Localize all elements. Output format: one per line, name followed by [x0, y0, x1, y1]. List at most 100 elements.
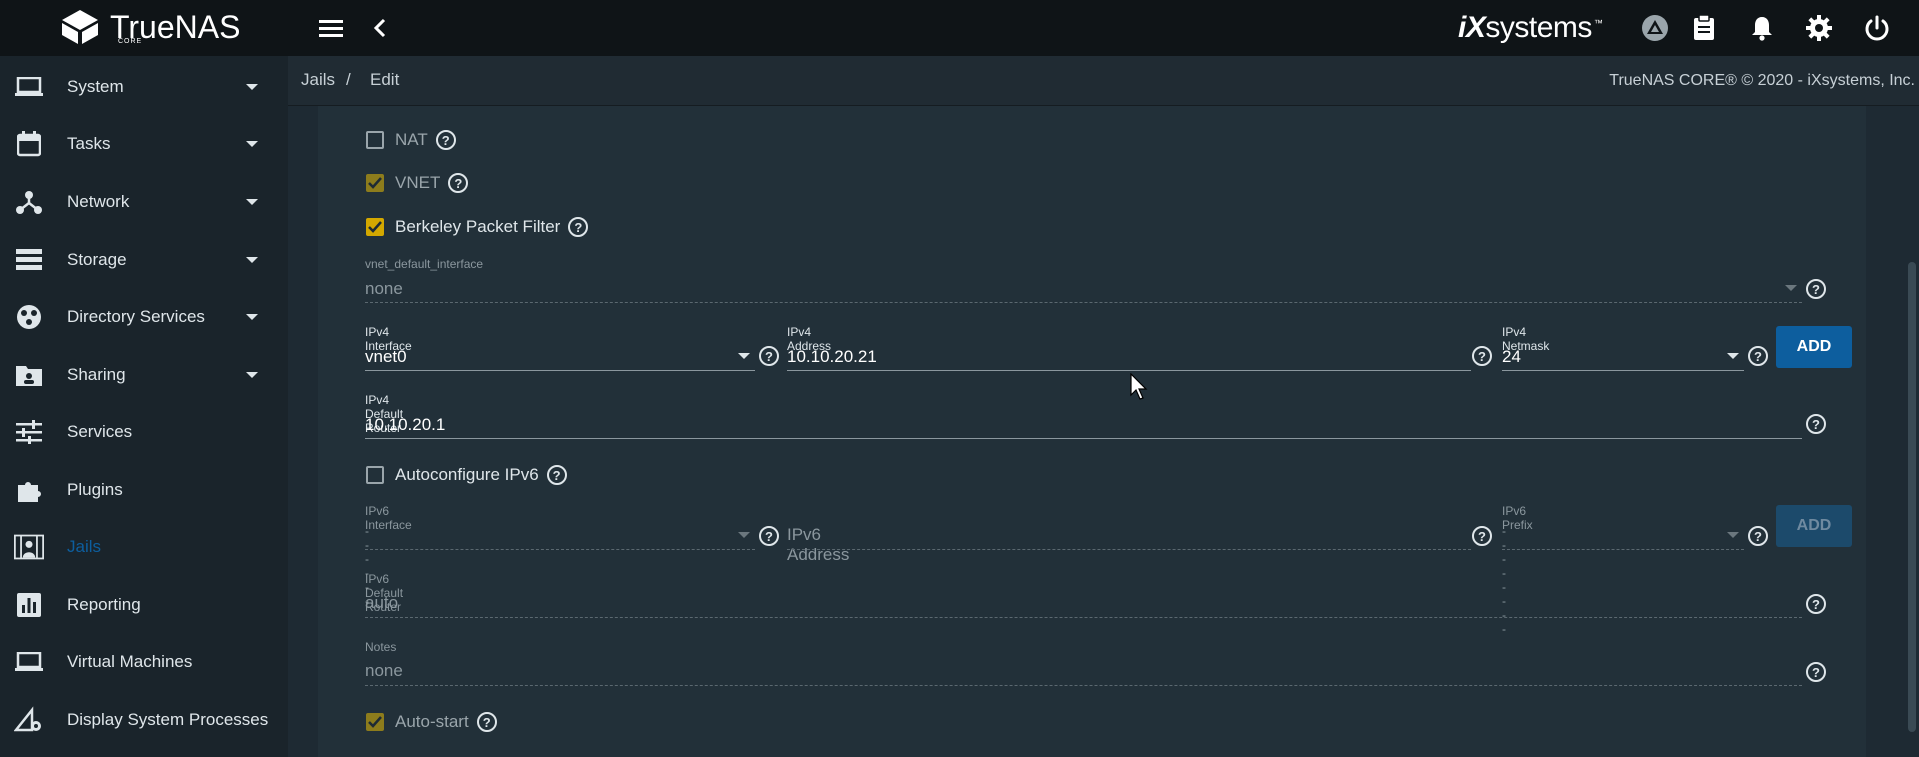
ipv4-add-button[interactable]: ADD — [1776, 326, 1852, 368]
storage-icon — [14, 245, 44, 275]
vnet-default-interface-value: none — [365, 279, 403, 298]
sidebar-item-tasks[interactable]: Tasks — [0, 116, 288, 172]
sidebar-item-directory-services[interactable]: Directory Services — [0, 289, 288, 345]
autostart-label: Auto-start — [395, 712, 469, 731]
puzzle-icon — [14, 475, 44, 505]
nat-label: NAT — [395, 130, 428, 149]
help-icon[interactable]: ? — [1748, 346, 1768, 366]
laptop-icon — [14, 72, 44, 102]
truenas-logo[interactable]: TrueNAS — [58, 8, 240, 46]
sidebar-item-label: Services — [67, 422, 133, 441]
help-icon[interactable]: ? — [1806, 594, 1826, 614]
ipv6-add-button[interactable]: ADD — [1776, 505, 1852, 547]
power-button[interactable] — [1863, 14, 1891, 42]
settings-button[interactable] — [1805, 14, 1833, 42]
field-underline — [365, 370, 755, 371]
help-icon[interactable]: ? — [1748, 526, 1768, 546]
sidebar-item-system[interactable]: System — [0, 59, 288, 115]
autostart-checkbox-row[interactable]: Auto-start ? — [366, 712, 497, 732]
vnet-checkbox-row[interactable]: VNET ? — [366, 173, 469, 193]
breadcrumb-jails-link[interactable]: Jails — [301, 70, 335, 90]
truecommand-button[interactable] — [1641, 14, 1669, 42]
help-icon[interactable]: ? — [568, 217, 589, 237]
main-content — [288, 106, 1919, 757]
logo-subtitle: CORE — [118, 38, 143, 45]
back-chevron-icon — [373, 18, 386, 38]
sharing-icon — [14, 360, 44, 390]
ipv4-address-value: 10.10.20.21 — [787, 347, 877, 366]
task-manager-button[interactable] — [1690, 14, 1718, 42]
ipv6-address-placeholder: IPv6 Address — [787, 525, 850, 564]
checkmark-icon — [368, 221, 382, 233]
autoconfigure-ipv6-label: Autoconfigure IPv6 — [395, 465, 539, 484]
help-icon[interactable]: ? — [448, 173, 469, 193]
ipv6-interface-label: IPv6 Interface — [365, 504, 412, 532]
calendar-icon — [14, 129, 44, 159]
sidebar-item-label: Jails — [67, 537, 102, 556]
field-underline — [1502, 549, 1744, 550]
help-icon[interactable]: ? — [1806, 279, 1826, 299]
menu-toggle-button[interactable] — [316, 14, 346, 42]
collapse-sidebar-button[interactable] — [366, 14, 394, 42]
help-icon[interactable]: ? — [1472, 346, 1492, 366]
nat-checkbox-row[interactable]: NAT ? — [366, 130, 456, 150]
laptop-icon — [14, 647, 44, 677]
field-underline — [365, 302, 1802, 303]
autoconfigure-ipv6-checkbox-row[interactable]: Autoconfigure IPv6 ? — [366, 465, 567, 485]
checkmark-icon — [368, 177, 382, 189]
sidebar-item-display-system-processes[interactable]: Display System Processes — [0, 692, 288, 748]
help-icon[interactable]: ? — [1472, 526, 1492, 546]
processes-icon — [14, 705, 44, 735]
sidebar: System Tasks Network Storage Directory S… — [0, 56, 288, 757]
breadcrumb: Jails / Edit TrueNAS CORE® © 2020 - iXsy… — [288, 56, 1919, 106]
field-underline — [787, 549, 1471, 550]
field-underline — [365, 685, 1802, 686]
help-icon[interactable]: ? — [759, 526, 779, 546]
nat-checkbox[interactable] — [366, 131, 384, 149]
sidebar-item-plugins[interactable]: Plugins — [0, 462, 288, 518]
chevron-down-icon — [246, 257, 258, 263]
breadcrumb-separator: / — [346, 70, 351, 89]
scrollbar[interactable] — [1908, 262, 1916, 732]
help-icon[interactable]: ? — [1806, 662, 1826, 682]
gear-icon — [1806, 15, 1832, 41]
truecommand-icon — [1642, 15, 1668, 41]
help-icon[interactable]: ? — [476, 712, 497, 732]
power-icon — [1865, 15, 1889, 41]
sidebar-item-storage[interactable]: Storage — [0, 232, 288, 288]
help-icon[interactable]: ? — [759, 346, 779, 366]
chevron-down-icon — [1727, 532, 1739, 538]
bpf-checkbox[interactable] — [366, 218, 384, 236]
truenas-logo-mark-icon — [62, 10, 98, 44]
sidebar-item-network[interactable]: Network — [0, 174, 288, 230]
bpf-label: Berkeley Packet Filter — [395, 217, 561, 236]
bpf-checkbox-row[interactable]: Berkeley Packet Filter ? — [366, 217, 589, 237]
help-icon[interactable]: ? — [1806, 414, 1826, 434]
help-icon[interactable]: ? — [435, 130, 456, 150]
ipv4-netmask-value: 24 — [1502, 347, 1521, 366]
top-bar: TrueNAS CORE iX systems ™ — [0, 0, 1919, 56]
network-icon — [14, 187, 44, 217]
chevron-down-icon — [246, 372, 258, 378]
chevron-down-icon — [738, 353, 750, 359]
autostart-checkbox[interactable] — [366, 713, 384, 731]
ixsystems-logo[interactable]: iX systems ™ — [1458, 11, 1603, 44]
copyright-text: TrueNAS CORE® © 2020 - iXsystems, Inc. — [1609, 72, 1915, 89]
chevron-down-icon — [246, 84, 258, 90]
alerts-button[interactable] — [1748, 14, 1776, 42]
notes-label: Notes — [365, 640, 397, 654]
chevron-down-icon — [1727, 353, 1739, 359]
autoconfigure-ipv6-checkbox[interactable] — [366, 466, 384, 484]
sidebar-item-reporting[interactable]: Reporting — [0, 577, 288, 633]
notes-value: none — [365, 661, 403, 680]
chevron-down-icon — [246, 314, 258, 320]
sidebar-item-virtual-machines[interactable]: Virtual Machines — [0, 634, 288, 690]
help-icon[interactable]: ? — [546, 465, 567, 485]
sidebar-item-sharing[interactable]: Sharing — [0, 347, 288, 403]
field-underline — [365, 438, 1802, 439]
jail-icon — [14, 532, 44, 562]
sidebar-item-jails[interactable]: Jails — [0, 519, 288, 575]
checkmark-icon — [368, 716, 382, 728]
sidebar-item-services[interactable]: Services — [0, 404, 288, 460]
vnet-checkbox[interactable] — [366, 174, 384, 192]
